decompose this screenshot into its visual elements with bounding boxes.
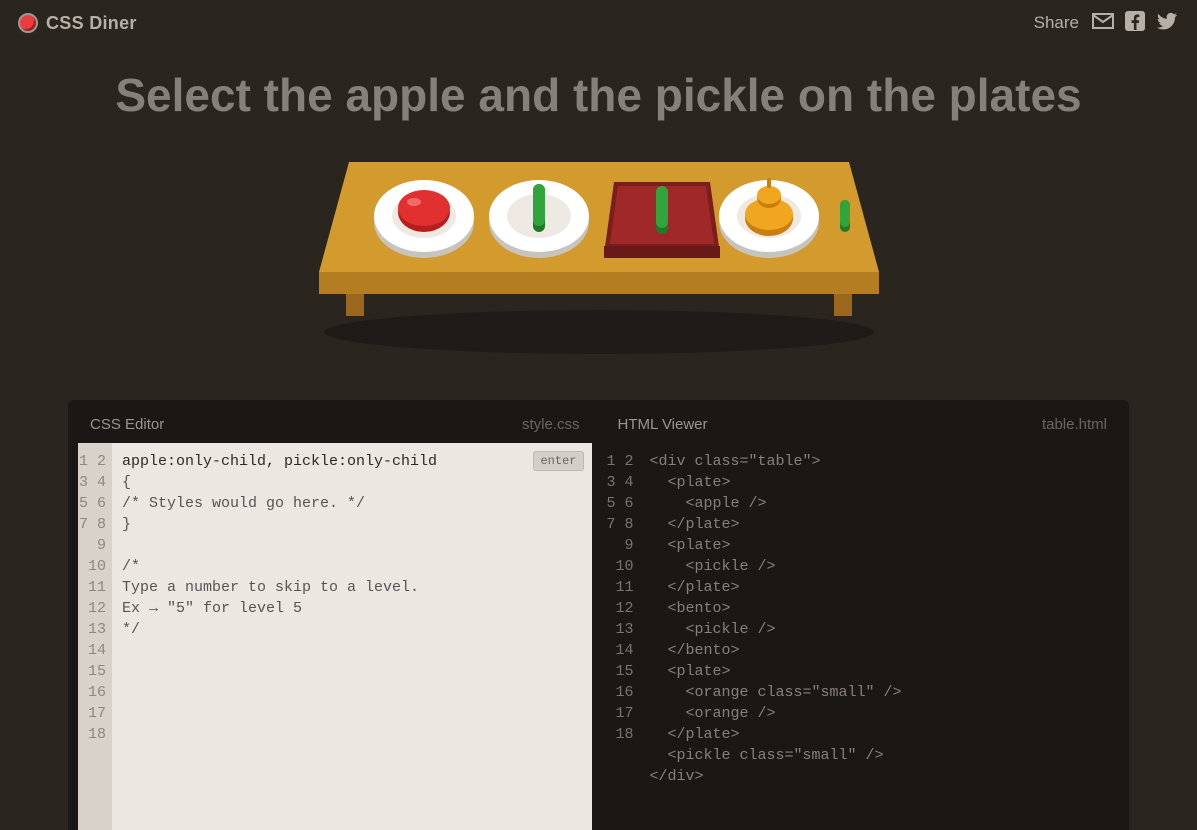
html-viewer-title: HTML Viewer xyxy=(618,416,708,433)
logo-icon xyxy=(18,13,38,33)
editor-container: CSS Editor style.css 1 2 3 4 5 6 7 8 9 1… xyxy=(68,400,1129,830)
plate-1[interactable] xyxy=(374,180,474,258)
enter-button[interactable]: enter xyxy=(533,451,583,471)
pickle-small-icon[interactable] xyxy=(840,200,850,232)
pickle-icon[interactable] xyxy=(656,186,668,234)
css-editor-panel: CSS Editor style.css 1 2 3 4 5 6 7 8 9 1… xyxy=(78,410,592,830)
share-label: Share xyxy=(1034,13,1079,33)
css-editor-title: CSS Editor xyxy=(90,416,164,433)
css-code-area[interactable]: apple:only-child, pickle:only-child { /*… xyxy=(112,443,592,830)
html-code-area: <div class="table"> <plate> <apple /> </… xyxy=(640,443,1120,830)
email-icon[interactable] xyxy=(1091,9,1115,38)
pickle-icon[interactable] xyxy=(533,184,545,232)
brand-group[interactable]: CSS Diner xyxy=(18,13,137,34)
html-viewer-panel: HTML Viewer table.html 1 2 3 4 5 6 7 8 9… xyxy=(606,410,1120,830)
css-gutter: 1 2 3 4 5 6 7 8 9 10 11 12 13 14 15 16 1… xyxy=(78,443,112,830)
game-table xyxy=(0,162,1197,362)
bento-1[interactable] xyxy=(604,182,720,258)
html-viewer-filename: table.html xyxy=(1042,416,1107,433)
twitter-icon[interactable] xyxy=(1155,9,1179,38)
html-gutter: 1 2 3 4 5 6 7 8 9 10 11 12 13 14 15 16 1… xyxy=(606,443,640,830)
brand-title: CSS Diner xyxy=(46,13,137,34)
task-title: Select the apple and the pickle on the p… xyxy=(0,68,1197,122)
css-editor-filename: style.css xyxy=(522,416,580,433)
apple-icon[interactable] xyxy=(398,190,450,232)
share-group: Share xyxy=(1034,9,1179,38)
plate-2[interactable] xyxy=(489,180,589,258)
facebook-icon[interactable] xyxy=(1123,9,1147,38)
